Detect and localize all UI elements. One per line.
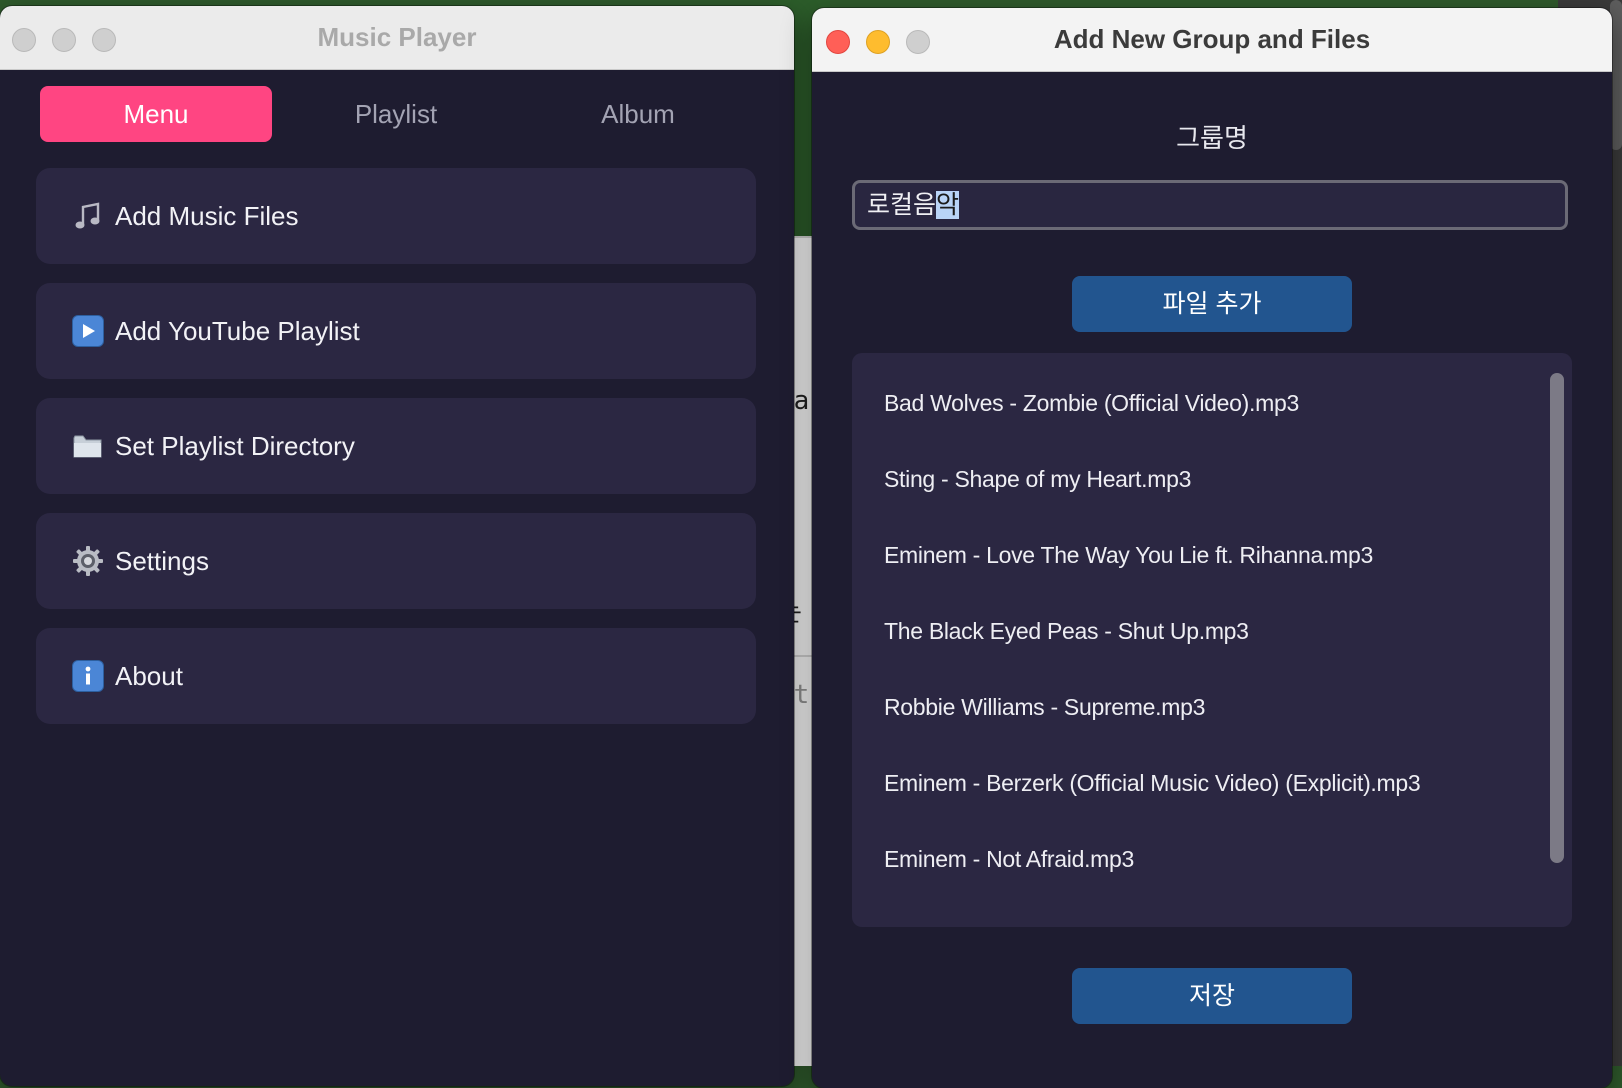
- menu-item-set-playlist-directory[interactable]: Set Playlist Directory: [36, 398, 756, 494]
- menu-item-about[interactable]: About: [36, 628, 756, 724]
- list-item[interactable]: Robbie Williams - Supreme.mp3: [884, 687, 1205, 727]
- menu-item-add-youtube-playlist[interactable]: Add YouTube Playlist: [36, 283, 756, 379]
- titlebar: Music Player: [0, 6, 794, 70]
- menu-item-add-music-files[interactable]: Add Music Files: [36, 168, 756, 264]
- music-player-window: Music Player Menu Playlist Album Add Mus…: [0, 6, 794, 1086]
- titlebar: Add New Group and Files: [812, 8, 1612, 72]
- gear-icon: [72, 545, 104, 577]
- scrollbar-thumb[interactable]: [1550, 373, 1564, 863]
- list-item[interactable]: The Black Eyed Peas - Shut Up.mp3: [884, 611, 1249, 651]
- folder-icon: [72, 430, 104, 462]
- tab-bar: Menu Playlist Album: [40, 86, 766, 142]
- selected-text: 악: [936, 191, 960, 219]
- tab-album[interactable]: Album: [522, 86, 754, 142]
- menu-item-label: About: [115, 661, 183, 691]
- list-item[interactable]: Eminem - Not Afraid.mp3: [884, 839, 1134, 879]
- list-item[interactable]: Bad Wolves - Zombie (Official Video).mp3: [884, 383, 1299, 423]
- group-name-value: 로컬음악: [867, 191, 960, 219]
- menu-item-label: Set Playlist Directory: [115, 431, 355, 461]
- tab-playlist[interactable]: Playlist: [280, 86, 512, 142]
- file-list: Bad Wolves - Zombie (Official Video).mp3…: [852, 353, 1572, 927]
- add-group-window: Add New Group and Files 그룹명 로컬음악 파일 추가 B…: [812, 8, 1612, 1088]
- window-title: Add New Group and Files: [1053, 24, 1371, 54]
- menu-item-settings[interactable]: Settings: [36, 513, 756, 609]
- list-item[interactable]: Eminem - Love The Way You Lie ft. Rihann…: [884, 535, 1373, 575]
- info-icon: [72, 660, 104, 692]
- group-name-input[interactable]: 로컬음악: [852, 180, 1568, 230]
- add-files-button[interactable]: 파일 추가: [1072, 276, 1352, 332]
- music-note-icon: [72, 200, 104, 232]
- play-icon: [72, 315, 104, 347]
- list-item[interactable]: Sting - Shape of my Heart.mp3: [884, 459, 1191, 499]
- save-button[interactable]: 저장: [1072, 968, 1352, 1024]
- menu-item-label: Settings: [115, 546, 209, 576]
- scrollbar[interactable]: [1550, 373, 1564, 863]
- menu-item-label: Add Music Files: [115, 201, 299, 231]
- menu-item-label: Add YouTube Playlist: [115, 316, 360, 346]
- window-title: Music Player: [317, 22, 477, 52]
- group-name-label: 그룹명: [1176, 123, 1248, 153]
- list-item[interactable]: Eminem - Berzerk (Official Music Video) …: [884, 763, 1421, 803]
- tab-menu[interactable]: Menu: [40, 86, 272, 142]
